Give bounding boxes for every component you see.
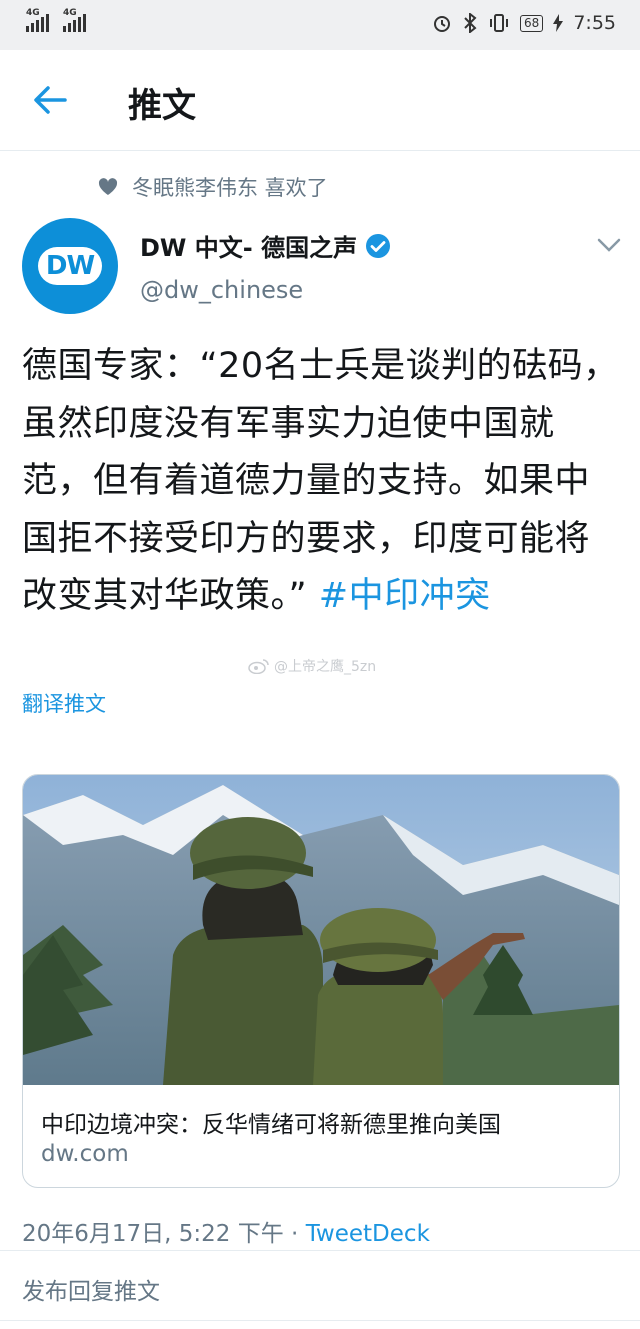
tweet-meta: 20年6月17日, 5:22 下午 · TweetDeck <box>22 1214 430 1248</box>
watermark-text: @上帝之鹰_5zn <box>274 659 377 675</box>
alarm-icon <box>434 16 451 32</box>
author-name[interactable]: DW 中文- 德国之声 <box>140 228 391 263</box>
charging-icon <box>553 14 564 32</box>
reply-input[interactable]: 发布回复推文 <box>22 1272 160 1306</box>
card-title: 中印边境冲突：反华情绪可将新德里推向美国 <box>41 1112 501 1138</box>
arrow-left-icon[interactable] <box>32 82 68 118</box>
social-context[interactable]: 冬眠熊李伟东 喜欢了 <box>98 172 328 202</box>
signal-strength-icon: 4G <box>26 8 49 32</box>
signal-strength-icon: 4G <box>63 8 86 32</box>
signal-indicators: 4G 4G <box>26 8 86 32</box>
hashtag-link[interactable]: #中印冲突 <box>319 576 491 616</box>
clock: 7:55 <box>573 12 616 34</box>
source-link[interactable]: TweetDeck <box>306 1221 430 1247</box>
author-handle[interactable]: @dw_chinese <box>140 276 303 304</box>
status-icons: 68 7:55 <box>432 12 616 34</box>
display-name: DW 中文- 德国之声 <box>140 234 358 262</box>
battery-icon: 68 <box>520 14 544 32</box>
article-image <box>23 775 619 1085</box>
divider <box>0 1250 640 1251</box>
chevron-down-icon[interactable] <box>596 236 622 254</box>
status-bar: 4G 4G 68 7:55 <box>0 0 640 50</box>
page-title: 推文 <box>128 86 196 126</box>
card-domain: dw.com <box>41 1141 129 1167</box>
tweet-text: 德国专家：“20名士兵是谈判的砝码，虽然印度没有军事实力迫使中国就范，但有着道德… <box>22 338 622 626</box>
network-type-label: 4G <box>26 8 40 18</box>
liked-by-text: 冬眠熊李伟东 喜欢了 <box>132 176 328 200</box>
app-header: 推文 <box>0 50 640 151</box>
vibrate-icon <box>490 14 509 32</box>
verified-badge-icon <box>366 233 391 258</box>
avatar[interactable]: DW <box>22 218 118 314</box>
divider <box>0 1320 640 1321</box>
bluetooth-icon <box>464 13 477 33</box>
heart-icon <box>98 178 118 195</box>
network-type-label: 4G <box>63 8 77 18</box>
weibo-logo-icon <box>248 659 269 674</box>
watermark: @上帝之鹰_5zn <box>248 656 376 676</box>
timestamp[interactable]: 20年6月17日, 5:22 下午 · <box>22 1221 306 1247</box>
translate-tweet-link[interactable]: 翻译推文 <box>22 688 106 718</box>
link-card[interactable]: 中印边境冲突：反华情绪可将新德里推向美国 dw.com <box>22 774 620 1188</box>
dw-logo: DW <box>38 247 102 285</box>
